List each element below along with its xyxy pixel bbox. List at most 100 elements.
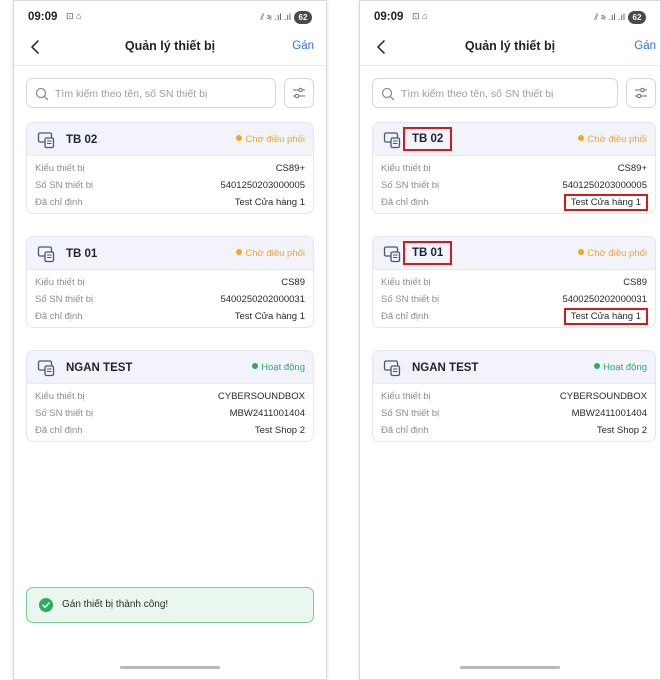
signal-wifi-icons: ⫽ ≋ .ıl .ıl xyxy=(260,12,291,22)
search-icon xyxy=(381,87,395,101)
row-label: Đã chỉ định xyxy=(381,311,429,322)
row-label: Đã chỉ định xyxy=(35,197,83,208)
device-type-value: CS89 xyxy=(281,277,305,288)
app-header: Quản lý thiết bị Gán xyxy=(14,35,326,61)
assigned-row: Đã chỉ định Test Cửa hàng 1 xyxy=(35,308,305,325)
check-circle-icon xyxy=(39,598,53,612)
assign-button[interactable]: Gán xyxy=(292,40,314,52)
status-text: Chờ điều phối xyxy=(245,134,305,145)
device-type-row: Kiểu thiết bị CS89+ xyxy=(381,160,647,177)
search-row xyxy=(372,78,656,108)
device-name: TB 02 xyxy=(66,134,98,146)
phone-screen-right: 09:09 ⊡ ⌂ ⫽ ≋ .ıl .ıl 62 Quản lý thiết b… xyxy=(359,0,661,680)
status-time: 09:09 xyxy=(28,11,58,23)
signal-wifi-icons: ⫽ ≋ .ıl .ıl xyxy=(594,12,625,22)
device-card-header: NGAN TEST Hoạt động xyxy=(373,351,655,384)
device-sn-value: MBW2411001404 xyxy=(229,408,305,419)
device-name: NGAN TEST xyxy=(66,362,133,374)
row-label: Số SN thiết bị xyxy=(381,408,440,419)
status-text: Hoạt động xyxy=(261,362,305,373)
filter-sliders-icon xyxy=(635,87,647,99)
status-badge: Chờ điều phối xyxy=(578,134,647,145)
device-sn-row: Số SN thiết bị 5401250203000005 xyxy=(381,177,647,194)
assigned-value: Test Cửa hàng 1 xyxy=(563,194,649,211)
device-sn-row: Số SN thiết bị 5400250202000031 xyxy=(35,291,305,308)
assigned-row: Đã chỉ định Test Cửa hàng 1 xyxy=(35,194,305,211)
status-badge: Chờ điều phối xyxy=(236,134,305,145)
search-row xyxy=(26,78,314,108)
battery-icon: 62 xyxy=(294,11,312,24)
assigned-value: Test Shop 2 xyxy=(254,425,305,436)
assigned-value: Test Cửa hàng 1 xyxy=(563,308,649,325)
filter-button[interactable] xyxy=(284,78,314,108)
device-card[interactable]: TB 02 Chờ điều phối Kiểu thiết bị CS89+ S… xyxy=(26,122,314,214)
status-dot xyxy=(236,135,243,141)
status-dot xyxy=(578,249,585,255)
device-card-header: TB 02 Chờ điều phối xyxy=(27,123,313,156)
device-card[interactable]: TB 01 Chờ điều phối Kiểu thiết bị CS89 Số… xyxy=(372,236,656,328)
search-box xyxy=(372,78,618,108)
search-icon xyxy=(35,87,49,101)
assigned-row: Đã chỉ định Test Shop 2 xyxy=(35,422,305,439)
row-label: Đã chỉ định xyxy=(381,197,429,208)
device-card-header: TB 01 Chờ điều phối xyxy=(27,237,313,270)
device-type-value: CS89+ xyxy=(617,163,647,174)
status-dot xyxy=(594,363,601,369)
status-indicators: ⫽ ≋ .ıl .ıl 62 xyxy=(260,11,312,24)
pos-device-icon xyxy=(37,360,55,377)
device-card[interactable]: NGAN TEST Hoạt động Kiểu thiết bị CYBERSO… xyxy=(372,350,656,442)
device-sn-row: Số SN thiết bị MBW2411001404 xyxy=(381,405,647,422)
device-card[interactable]: TB 02 Chờ điều phối Kiểu thiết bị CS89+ S… xyxy=(372,122,656,214)
home-indicator[interactable] xyxy=(120,666,220,669)
pos-device-icon xyxy=(37,246,55,263)
device-sn-row: Số SN thiết bị MBW2411001404 xyxy=(35,405,305,422)
pos-device-icon xyxy=(383,360,401,377)
status-text: Chờ điều phối xyxy=(587,134,647,145)
search-input[interactable] xyxy=(55,85,269,103)
device-card-header: TB 01 Chờ điều phối xyxy=(373,237,655,270)
search-input[interactable] xyxy=(401,85,611,103)
filter-button[interactable] xyxy=(626,78,656,108)
device-sn-row: Số SN thiết bị 5400250202000031 xyxy=(381,291,647,308)
phone-screen-left: 09:09 ⊡ ⌂ ⫽ ≋ .ıl .ıl 62 Quản lý thiết b… xyxy=(13,0,327,680)
device-card-header: TB 02 Chờ điều phối xyxy=(373,123,655,156)
home-indicator[interactable] xyxy=(460,666,560,669)
app-header: Quản lý thiết bị Gán xyxy=(360,35,660,61)
device-name: TB 01 xyxy=(402,241,453,265)
device-type-row: Kiểu thiết bị CS89 xyxy=(381,274,647,291)
device-type-row: Kiểu thiết bị CYBERSOUNDBOX xyxy=(381,388,647,405)
status-indicators: ⫽ ≋ .ıl .ıl 62 xyxy=(594,11,646,24)
device-sn-value: 5400250202000031 xyxy=(220,294,305,305)
pos-device-icon xyxy=(383,246,401,263)
row-label: Số SN thiết bị xyxy=(35,294,94,305)
status-dot xyxy=(252,363,259,369)
assign-button[interactable]: Gán xyxy=(634,40,656,52)
header-divider xyxy=(360,65,660,66)
row-label: Số SN thiết bị xyxy=(35,408,94,419)
device-card[interactable]: NGAN TEST Hoạt động Kiểu thiết bị CYBERSO… xyxy=(26,350,314,442)
row-label: Đã chỉ định xyxy=(381,425,429,436)
status-badge: Hoạt động xyxy=(252,362,305,373)
assigned-row: Đã chỉ định Test Shop 2 xyxy=(381,422,647,439)
row-label: Kiểu thiết bị xyxy=(35,163,85,174)
filter-sliders-icon xyxy=(293,87,305,99)
device-card[interactable]: TB 01 Chờ điều phối Kiểu thiết bị CS89 Số… xyxy=(26,236,314,328)
page-title: Quản lý thiết bị xyxy=(464,39,556,53)
status-badge: Chờ điều phối xyxy=(236,248,305,259)
device-type-value: CS89+ xyxy=(275,163,305,174)
row-label: Kiểu thiết bị xyxy=(381,277,431,288)
device-sn-value: 5400250202000031 xyxy=(562,294,647,305)
device-card-header: NGAN TEST Hoạt động xyxy=(27,351,313,384)
row-label: Kiểu thiết bị xyxy=(381,163,431,174)
device-type-row: Kiểu thiết bị CS89+ xyxy=(35,160,305,177)
device-type-value: CYBERSOUNDBOX xyxy=(559,391,647,402)
device-sn-value: 5401250203000005 xyxy=(220,180,305,191)
device-type-value: CS89 xyxy=(623,277,647,288)
device-sn-value: 5401250203000005 xyxy=(562,180,647,191)
battery-icon: 62 xyxy=(628,11,646,24)
device-name: TB 01 xyxy=(66,248,98,260)
row-label: Số SN thiết bị xyxy=(35,180,94,191)
device-type-row: Kiểu thiết bị CYBERSOUNDBOX xyxy=(35,388,305,405)
device-sn-value: MBW2411001404 xyxy=(571,408,647,419)
status-badge: Chờ điều phối xyxy=(578,248,647,259)
